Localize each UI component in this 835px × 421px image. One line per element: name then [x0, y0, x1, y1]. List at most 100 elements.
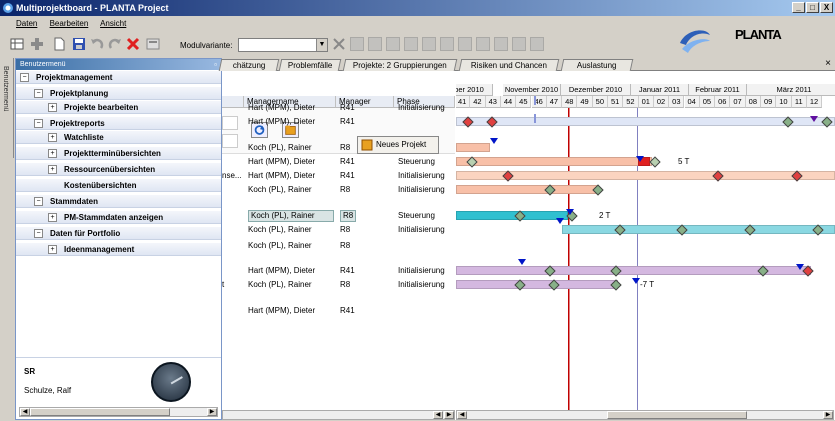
scroll-right-icon[interactable]: ▶	[444, 411, 454, 419]
cell-managername[interactable]: Hart (MPM), Dieter	[248, 156, 315, 168]
filter-cell[interactable]	[222, 116, 238, 130]
align-left-icon[interactable]	[350, 37, 364, 51]
cell-phase[interactable]: Initialisierung	[398, 279, 445, 291]
maximize-button[interactable]: □	[806, 2, 819, 13]
cell-manager[interactable]: R8	[340, 142, 350, 154]
sidebar-item-projektmanagement[interactable]: − Projektmanagement	[16, 71, 221, 84]
collapse-icon[interactable]: −	[34, 89, 43, 98]
sidebar-hscrollbar[interactable]: ◀ ▶	[19, 407, 218, 417]
benutzermenu-vertical-tab[interactable]: Benutzermenü	[0, 58, 14, 158]
scroll-thumb[interactable]	[30, 408, 170, 416]
cell-manager[interactable]: R41	[340, 156, 355, 168]
tab-schaetzung[interactable]: chätzung	[218, 59, 280, 71]
tab-projekte-gruppierungen[interactable]: Projekte: 2 Gruppierungen	[342, 59, 458, 71]
cell-manager[interactable]: R8	[340, 210, 357, 222]
scroll-left-icon[interactable]: ◀	[20, 408, 30, 416]
sidebar-item-projektreports[interactable]: − Projektreports	[16, 117, 221, 130]
cell-managername[interactable]: Hart (MPM), Dieter	[248, 265, 315, 277]
menu-bearbeiten[interactable]: Bearbeiten	[50, 19, 89, 28]
new-project-button[interactable]: Neues Projekt	[357, 136, 439, 154]
align-top-icon[interactable]	[386, 37, 400, 51]
menu-daten[interactable]: Daten	[16, 19, 37, 28]
cell-phase[interactable]: Initialisierung	[398, 170, 445, 182]
cell-phase[interactable]: Initialisierung	[398, 184, 445, 196]
sidebar-item-projektterminübersichten[interactable]: + Projektterminübersichten	[16, 147, 221, 160]
sidebar-item-stammdaten[interactable]: − Stammdaten	[16, 195, 221, 208]
expand-icon[interactable]: +	[48, 149, 57, 158]
modulvariante-select[interactable]: ▼	[238, 38, 328, 52]
module-icon[interactable]	[146, 37, 160, 51]
cell-managername[interactable]: Hart (MPM), Dieter	[248, 170, 315, 182]
cell-manager[interactable]: R41	[340, 102, 355, 114]
expand-icon[interactable]: +	[48, 165, 57, 174]
sidebar-item-ideenmanagement[interactable]: + Ideenmanagement	[16, 243, 221, 256]
align-bottom-icon[interactable]	[404, 37, 418, 51]
cell-manager[interactable]: R41	[340, 116, 355, 128]
sidebar-item-projekte-bearbeiten[interactable]: + Projekte bearbeiten	[16, 101, 221, 114]
collapse-icon[interactable]: −	[20, 73, 29, 82]
new-document-icon[interactable]	[52, 37, 66, 51]
cell-manager[interactable]: R8	[340, 184, 350, 196]
cell-manager[interactable]: R8	[340, 279, 350, 291]
insert-icon[interactable]	[30, 37, 44, 51]
sidebar-item-kostenübersichten[interactable]: Kostenübersichten	[16, 179, 221, 192]
cell-phase[interactable]: Initialisierung	[398, 265, 445, 277]
sidebar-item-projektplanung[interactable]: − Projektplanung	[16, 87, 221, 100]
cell-managername[interactable]: Koch (PL), Rainer	[248, 210, 334, 222]
redo-icon[interactable]	[108, 37, 122, 51]
scroll-left-icon[interactable]: ◀	[457, 411, 467, 419]
cell-managername[interactable]: Koch (PL), Rainer	[248, 184, 312, 196]
expand-icon[interactable]: +	[48, 103, 57, 112]
cell-manager[interactable]: R8	[340, 224, 350, 236]
grid-edit-icon[interactable]	[10, 37, 24, 51]
group-icon[interactable]	[494, 37, 508, 51]
cell-manager[interactable]: R41	[340, 305, 355, 317]
cell-phase[interactable]: Steuerung	[398, 210, 435, 222]
chevron-down-icon[interactable]: ▼	[316, 39, 327, 51]
filter-cell[interactable]	[222, 134, 238, 148]
cell-managername[interactable]: Koch (PL), Rainer	[248, 279, 312, 291]
cell-managername[interactable]: Koch (PL), Rainer	[248, 224, 312, 236]
collapse-icon[interactable]: −	[34, 197, 43, 206]
tab-problemfaelle[interactable]: Problemfälle	[278, 59, 342, 71]
distribute-icon[interactable]	[422, 37, 436, 51]
minimize-button[interactable]: _	[792, 2, 805, 13]
cell-manager[interactable]: R8	[340, 240, 350, 252]
sidebar-item-pm-stammdaten-anzeigen[interactable]: + PM-Stammdaten anzeigen	[16, 211, 221, 224]
scroll-right-icon[interactable]: ▶	[207, 408, 217, 416]
expand-icon[interactable]: +	[48, 245, 57, 254]
cell-phase[interactable]: Steuerung	[398, 156, 435, 168]
tab-auslastung[interactable]: Auslastung	[560, 59, 634, 71]
expand-icon[interactable]: +	[48, 133, 57, 142]
cell-phase[interactable]: Initialisierung	[398, 102, 445, 114]
align-center-icon[interactable]	[368, 37, 382, 51]
save-icon[interactable]	[72, 37, 86, 51]
scroll-thumb[interactable]	[607, 411, 747, 419]
scroll-left-icon[interactable]: ◀	[433, 411, 443, 419]
cell-managername[interactable]: Koch (PL), Rainer	[248, 142, 312, 154]
cell-managername[interactable]: Koch (PL), Rainer	[248, 240, 312, 252]
scroll-right-icon[interactable]: ▶	[823, 411, 833, 419]
cut-icon[interactable]	[332, 37, 346, 51]
cell-managername[interactable]: Hart (MPM), Dieter	[248, 116, 315, 128]
cell-phase[interactable]: Initialisierung	[398, 224, 445, 236]
grid-hscrollbar[interactable]: ◀ ▶	[222, 410, 455, 420]
sidebar-item-watchliste[interactable]: + Watchliste	[16, 131, 221, 144]
close-tab-icon[interactable]: ×	[825, 58, 831, 70]
menu-ansicht[interactable]: Ansicht	[100, 19, 126, 28]
collapse-icon[interactable]: −	[34, 119, 43, 128]
cell-managername[interactable]: Hart (MPM), Dieter	[248, 102, 315, 114]
spacing-icon[interactable]	[440, 37, 454, 51]
collapse-icon[interactable]: −	[34, 229, 43, 238]
ungroup-icon[interactable]	[512, 37, 526, 51]
close-window-button[interactable]: X	[820, 2, 833, 13]
delete-icon[interactable]	[126, 37, 140, 51]
sidebar-item-daten-für-portfolio[interactable]: − Daten für Portfolio	[16, 227, 221, 240]
expand-icon[interactable]: +	[48, 213, 57, 222]
cell-manager[interactable]: R41	[340, 170, 355, 182]
pin-icon[interactable]: ▫	[214, 59, 217, 70]
gantt-hscrollbar[interactable]: ◀ ▶	[456, 410, 834, 420]
sidebar-item-ressourcenübersichten[interactable]: + Ressourcenübersichten	[16, 163, 221, 176]
cell-manager[interactable]: R41	[340, 265, 355, 277]
cell-managername[interactable]: Hart (MPM), Dieter	[248, 305, 315, 317]
